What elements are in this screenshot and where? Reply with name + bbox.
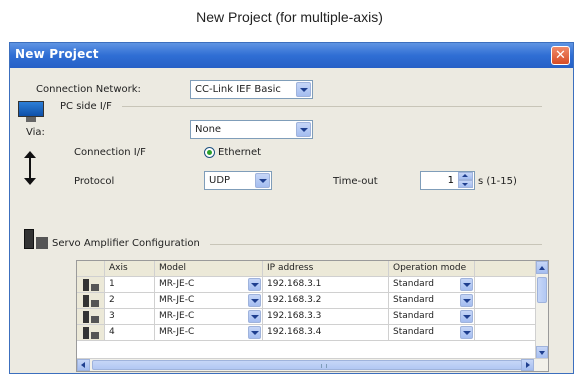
chevron-down-icon[interactable]: [255, 173, 270, 188]
chevron-down-icon[interactable]: [296, 122, 311, 137]
servo-amplifier-table[interactable]: Axis Model IP address Operation mode 1 M…: [76, 260, 549, 372]
spin-up-icon[interactable]: [458, 172, 473, 180]
title-bar[interactable]: New Project ✕: [10, 43, 573, 68]
chevron-down-icon[interactable]: [460, 278, 473, 291]
via-value: None: [195, 124, 222, 135]
axis-cell: 3: [105, 309, 155, 325]
mode-value: Standard: [393, 327, 434, 337]
mode-value: Standard: [393, 279, 434, 289]
ip-cell[interactable]: 192.168.3.4: [263, 325, 389, 341]
horizontal-scrollbar[interactable]: [77, 358, 548, 371]
timeout-spinner[interactable]: 1: [420, 171, 475, 190]
column-operation-mode: Operation mode: [389, 261, 475, 277]
protocol-value: UDP: [209, 175, 231, 186]
connection-network-label: Connection Network:: [36, 84, 141, 95]
table-header: Axis Model IP address Operation mode: [77, 261, 537, 277]
ip-cell[interactable]: 192.168.3.1: [263, 277, 389, 293]
via-label: Via:: [26, 127, 45, 138]
axis-cell: 4: [105, 325, 155, 341]
chevron-down-icon[interactable]: [248, 326, 261, 339]
servo-amplifier-icon: [83, 279, 99, 291]
bidirectional-arrow-icon: [24, 151, 36, 185]
dialog-title: New Project: [15, 47, 99, 61]
timeout-unit: s (1-15): [478, 176, 517, 187]
ip-cell[interactable]: 192.168.3.3: [263, 309, 389, 325]
servo-config-label: Servo Amplifier Configuration: [52, 238, 200, 249]
model-value: MR-JE-C: [159, 295, 195, 305]
servo-amplifier-icon: [83, 327, 99, 339]
model-value: MR-JE-C: [159, 327, 195, 337]
model-value: MR-JE-C: [159, 311, 195, 321]
connection-if-label: Connection I/F: [74, 147, 146, 158]
ip-cell[interactable]: 192.168.3.2: [263, 293, 389, 309]
mode-value: Standard: [393, 311, 434, 321]
ethernet-radio[interactable]: [204, 147, 215, 158]
servo-amplifier-icon: [83, 295, 99, 307]
mode-cell[interactable]: Standard: [389, 309, 475, 325]
chevron-down-icon[interactable]: [296, 82, 311, 97]
table-row[interactable]: 1 MR-JE-C 192.168.3.1 Standard: [77, 277, 537, 293]
chevron-down-icon[interactable]: [248, 294, 261, 307]
column-ip-address: IP address: [263, 261, 389, 277]
close-button[interactable]: ✕: [551, 46, 570, 65]
scroll-thumb[interactable]: [92, 360, 522, 370]
servo-amplifier-icon: [24, 229, 48, 249]
chevron-down-icon[interactable]: [460, 310, 473, 323]
group-divider: [210, 244, 542, 245]
connection-network-value: CC-Link IEF Basic: [195, 84, 281, 95]
mode-value: Standard: [393, 295, 434, 305]
figure-caption: New Project (for multiple-axis): [196, 9, 383, 25]
scroll-right-icon[interactable]: [521, 359, 534, 371]
timeout-value: 1: [447, 175, 454, 186]
chevron-down-icon[interactable]: [460, 326, 473, 339]
ethernet-label: Ethernet: [218, 147, 262, 158]
model-cell[interactable]: MR-JE-C: [155, 277, 263, 293]
table-row[interactable]: 2 MR-JE-C 192.168.3.2 Standard: [77, 293, 537, 309]
table-row[interactable]: 3 MR-JE-C 192.168.3.3 Standard: [77, 309, 537, 325]
mode-cell[interactable]: Standard: [389, 277, 475, 293]
column-axis: Axis: [105, 261, 155, 277]
model-cell[interactable]: MR-JE-C: [155, 309, 263, 325]
mode-cell[interactable]: Standard: [389, 293, 475, 309]
axis-cell: 2: [105, 293, 155, 309]
chevron-down-icon[interactable]: [248, 310, 261, 323]
vertical-scrollbar[interactable]: [535, 261, 548, 359]
model-cell[interactable]: MR-JE-C: [155, 325, 263, 341]
timeout-label: Time-out: [333, 176, 378, 187]
protocol-select[interactable]: UDP: [204, 171, 272, 190]
connection-network-select[interactable]: CC-Link IEF Basic: [190, 80, 313, 99]
column-model: Model: [155, 261, 263, 277]
via-select[interactable]: None: [190, 120, 313, 139]
group-divider: [122, 106, 542, 107]
pc-icon: [18, 101, 44, 123]
chevron-down-icon[interactable]: [460, 294, 473, 307]
servo-amplifier-icon: [83, 311, 99, 323]
scroll-thumb[interactable]: [537, 277, 547, 303]
model-value: MR-JE-C: [159, 279, 195, 289]
chevron-down-icon[interactable]: [248, 278, 261, 291]
table-row[interactable]: 4 MR-JE-C 192.168.3.4 Standard: [77, 325, 537, 341]
scroll-up-icon[interactable]: [536, 261, 548, 274]
mode-cell[interactable]: Standard: [389, 325, 475, 341]
pc-side-label: PC side I/F: [60, 101, 112, 112]
scroll-left-icon[interactable]: [77, 359, 90, 371]
model-cell[interactable]: MR-JE-C: [155, 293, 263, 309]
axis-cell: 1: [105, 277, 155, 293]
protocol-label: Protocol: [74, 176, 115, 187]
spin-down-icon[interactable]: [458, 180, 473, 188]
